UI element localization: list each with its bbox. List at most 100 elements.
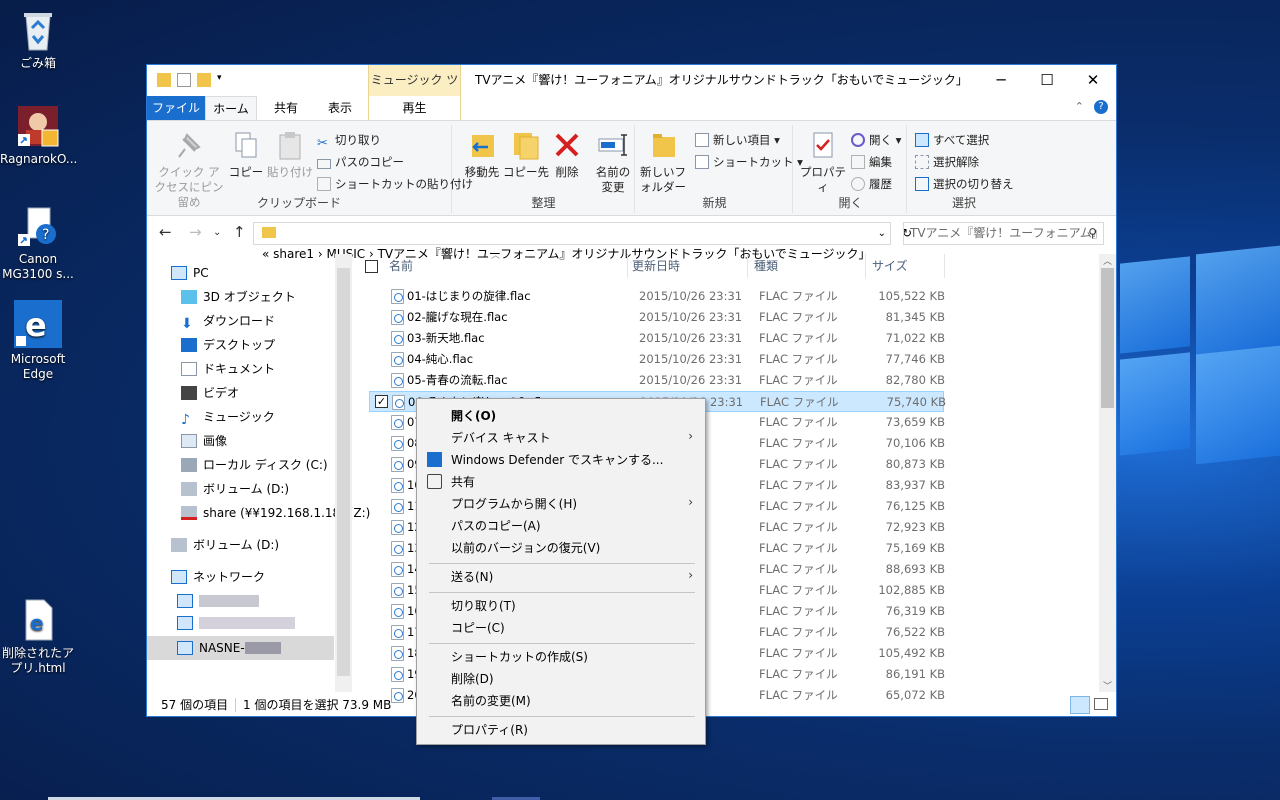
search-input[interactable]: TVアニメ『響け！ユーフォニアム』オ... ⚲ (903, 222, 1104, 245)
scroll-down-icon[interactable]: ﹀ (1103, 679, 1112, 692)
cut-button[interactable]: ✂ 切り取り (317, 131, 381, 151)
recent-dropdown-icon[interactable]: ⌄ (213, 227, 221, 238)
menu-share[interactable]: 共有 (451, 471, 475, 493)
select-all-button[interactable]: すべて選択 (915, 131, 989, 149)
menu-rename[interactable]: 名前の変更(M) (451, 690, 531, 712)
back-arrow-icon[interactable]: ← (159, 223, 172, 241)
shortcut-button[interactable]: ショートカット ▾ (695, 153, 803, 171)
table-row[interactable]: 03-新天地.flac 2015/10/26 23:31 FLAC ファイル 71,0… (369, 328, 945, 349)
paste-shortcut-button[interactable]: ショートカットの貼り付け (317, 175, 473, 193)
menu-cast[interactable]: デバイス キャスト (451, 427, 697, 449)
up-arrow-icon[interactable]: ↑ (233, 223, 246, 241)
new-folder-button[interactable]: 新しいフォルダー (639, 129, 687, 195)
nav-item-volume-d-2[interactable]: ボリューム (D:) (171, 534, 279, 556)
properties-check-icon[interactable] (177, 73, 191, 87)
desktop-icon-recycle-bin[interactable]: ごみ箱 (0, 8, 76, 71)
column-header-name[interactable]: 名前 (389, 254, 625, 278)
table-row[interactable]: 04-純心.flac 2015/10/26 23:31 FLAC ファイル 77,74… (369, 349, 945, 370)
desktop-icon-html-file[interactable]: e 削除されたアプリ.html (0, 598, 76, 676)
nav-item-desktop[interactable]: デスクトップ (181, 334, 275, 356)
row-checkbox[interactable]: ✓ (375, 395, 388, 408)
select-all-checkbox[interactable] (365, 260, 378, 273)
nav-item-network-pc-1[interactable] (177, 590, 259, 612)
table-row[interactable]: 02-朧げな現在.flac 2015/10/26 23:31 FLAC ファイル 81… (369, 307, 945, 328)
content-scrollbar-thumb[interactable] (1101, 268, 1114, 408)
menu-restore-previous[interactable]: 以前のバージョンの復元(V) (451, 537, 600, 559)
rename-button[interactable]: 名前の変更 (591, 129, 635, 195)
menu-cut[interactable]: 切り取り(T) (451, 595, 516, 617)
menu-send-to[interactable]: 送る(N) (451, 566, 493, 588)
nav-item-network[interactable]: ネットワーク (171, 566, 265, 588)
select-all-icon (915, 133, 929, 147)
nav-item-pc[interactable]: PC (171, 262, 209, 284)
close-button[interactable]: ✕ (1070, 65, 1116, 96)
history-button[interactable]: 履歴 (851, 175, 892, 193)
shortcut-icon (695, 155, 709, 169)
menu-create-shortcut[interactable]: ショートカットの作成(S) (451, 646, 588, 668)
nav-item-downloads[interactable]: ⬇ ダウンロード (181, 310, 275, 332)
column-header-type[interactable]: 種類 (747, 254, 865, 278)
content-scrollbar[interactable]: ︿ ﹀ (1099, 254, 1116, 692)
nav-item-3d-objects[interactable]: 3D オブジェクト (181, 286, 296, 308)
tab-share[interactable]: 共有 (261, 96, 311, 120)
open-button[interactable]: 開く ▾ (851, 131, 901, 149)
paste-button[interactable]: 貼り付け (267, 129, 313, 180)
desktop-icon-canon[interactable]: ? Canon MG3100 s... (0, 204, 76, 282)
title-bar[interactable]: ▾ ミュージック ツール TVアニメ『響け！ユーフォニアム』オリジナルサウンドト… (147, 65, 1116, 118)
minimize-button[interactable]: ─ (978, 65, 1024, 96)
column-header-date[interactable]: 更新日時 (627, 254, 747, 278)
move-to-button[interactable]: 移動先 (457, 129, 507, 180)
column-header-size[interactable]: サイズ (865, 254, 945, 278)
collapse-ribbon-icon[interactable]: ⌃ (1075, 100, 1084, 114)
menu-copy-path[interactable]: パスのコピー(A) (451, 515, 541, 537)
details-view-icon[interactable] (1070, 696, 1090, 714)
address-bar[interactable]: « share1 › MUSIC › TVアニメ『響け！ユーフォニアム』オリジナ… (253, 222, 912, 261)
table-row[interactable]: 01-はじまりの旋律.flac 2015/10/26 23:31 FLAC ファイル… (369, 286, 945, 307)
pin-icon (173, 129, 205, 161)
forward-arrow-icon[interactable]: → (189, 223, 202, 241)
address-dropdown-icon[interactable]: ⌄ (878, 223, 886, 244)
nav-item-volume-d[interactable]: ボリューム (D:) (181, 478, 289, 500)
table-row[interactable]: 05-青春の流転.flac 2015/10/26 23:31 FLAC ファイル 82… (369, 370, 945, 391)
properties-button[interactable]: プロパティ (797, 129, 849, 195)
nav-item-network-pc-2[interactable] (177, 612, 295, 634)
help-icon[interactable]: ? (1094, 100, 1108, 114)
nav-scrollbar-thumb[interactable] (337, 268, 350, 676)
large-icons-view-icon[interactable] (1094, 698, 1108, 710)
organize-group: 移動先 コピー先 削除 名前の変更 整理 (453, 125, 635, 213)
tab-view[interactable]: 表示 (315, 96, 365, 120)
nav-scrollbar[interactable] (335, 254, 352, 692)
flac-file-icon (391, 625, 404, 640)
nav-item-nasne[interactable]: NASNE- (177, 637, 281, 659)
nav-item-local-disk[interactable]: ローカル ディスク (C:) (181, 454, 328, 476)
edit-button[interactable]: 編集 (851, 153, 892, 171)
menu-delete[interactable]: 削除(D) (451, 668, 494, 690)
nav-item-documents[interactable]: ドキュメント (181, 358, 275, 380)
copy-path-button[interactable]: パスのコピー (317, 153, 404, 171)
new-folder-icon[interactable] (197, 73, 211, 87)
desktop-icon-edge[interactable]: e Microsoft Edge (0, 300, 76, 382)
delete-button[interactable]: 削除 (547, 129, 587, 180)
select-none-button[interactable]: 選択解除 (915, 153, 979, 171)
nav-item-images[interactable]: 画像 (181, 430, 227, 452)
file-size: 76,319 KB (885, 604, 945, 618)
tab-file[interactable]: ファイル (147, 96, 205, 120)
menu-copy[interactable]: コピー(C) (451, 617, 505, 639)
copy-button[interactable]: コピー (225, 129, 267, 180)
scroll-up-icon[interactable]: ︿ (1103, 254, 1112, 267)
nav-item-music[interactable]: ♪ ミュージック (181, 406, 275, 428)
copy-to-button[interactable]: コピー先 (501, 129, 551, 180)
menu-open-with[interactable]: プログラムから開く(H) (451, 493, 577, 515)
new-item-button[interactable]: 新しい項目 ▾ (695, 131, 780, 149)
invert-selection-button[interactable]: 選択の切り替え (915, 175, 1014, 193)
customize-dropdown-icon[interactable]: ▾ (217, 73, 225, 87)
maximize-button[interactable]: ☐ (1024, 65, 1070, 96)
tab-play[interactable]: 再生 (368, 96, 461, 120)
menu-open[interactable]: 開く(O) (451, 405, 496, 427)
desktop-icon-ragnarok[interactable]: RagnarokO... (0, 104, 77, 167)
menu-defender-scan[interactable]: Windows Defender でスキャンする... (451, 449, 663, 471)
tab-home[interactable]: ホーム (205, 96, 257, 120)
desktop-icon-label: 削除されたアプリ.html (1, 646, 74, 675)
menu-properties[interactable]: プロパティ(R) (451, 719, 528, 741)
nav-item-videos[interactable]: ビデオ (181, 382, 239, 404)
